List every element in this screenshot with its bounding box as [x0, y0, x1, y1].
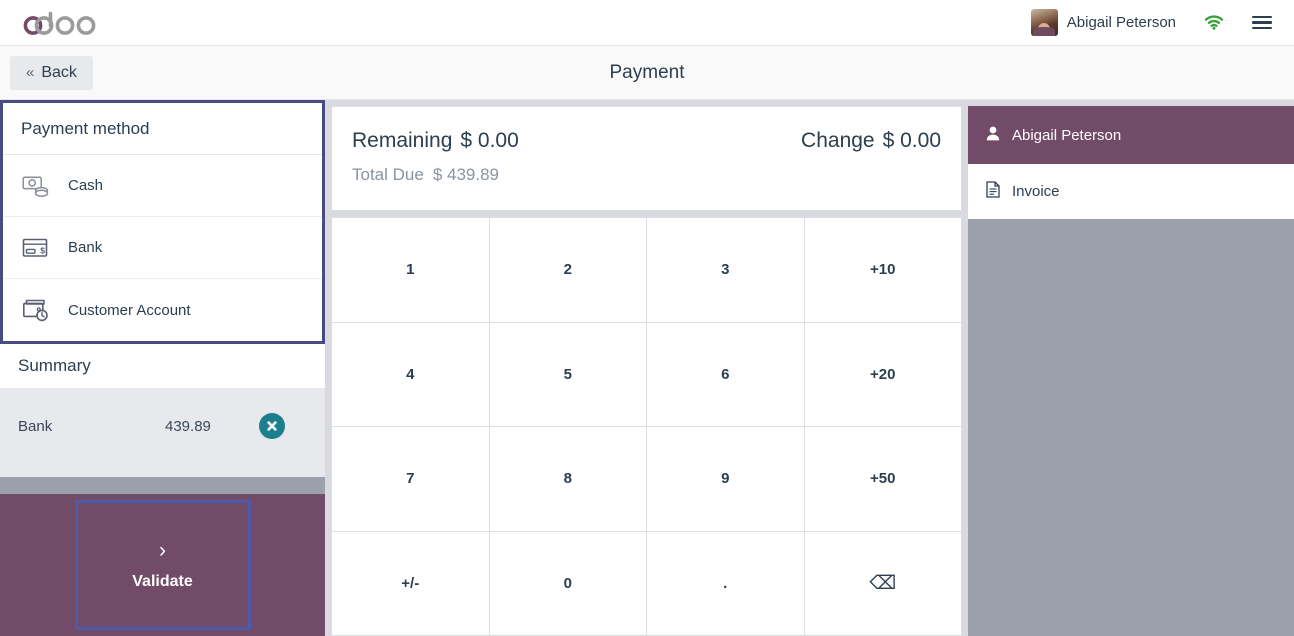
- back-button-label: Back: [41, 63, 77, 81]
- total-due-value: $ 439.89: [432, 165, 500, 184]
- total-due-row: Total Due $ 439.89: [352, 165, 941, 185]
- numpad-backspace[interactable]: ⌫: [804, 531, 961, 635]
- user-chip[interactable]: Abigail Peterson: [1017, 0, 1190, 46]
- numpad-9[interactable]: 9: [647, 427, 804, 531]
- summary-divider: [0, 477, 325, 494]
- numpad-sign-toggle[interactable]: +/-: [332, 531, 489, 635]
- remaining-value: $ 0.00: [460, 129, 519, 152]
- center-column: Remaining $ 0.00 Change $ 0.00 Total Due $ …: [325, 100, 968, 636]
- username-label: Abigail Peterson: [1066, 14, 1176, 31]
- payment-method-header: Payment method: [3, 103, 322, 155]
- hamburger-menu-icon[interactable]: [1238, 15, 1276, 30]
- numpad-2[interactable]: 2: [489, 218, 646, 322]
- numpad-8[interactable]: 8: [489, 427, 646, 531]
- numpad-5[interactable]: 5: [489, 322, 646, 426]
- numpad-6[interactable]: 6: [647, 322, 804, 426]
- credit-card-icon: $: [21, 235, 51, 261]
- svg-text:$: $: [40, 245, 45, 255]
- numpad-0[interactable]: 0: [489, 531, 646, 635]
- payment-method-bank[interactable]: $ Bank: [3, 217, 322, 279]
- page-title: Payment: [609, 61, 685, 83]
- close-circle-icon[interactable]: [259, 413, 285, 439]
- validate-button-label: Validate: [132, 572, 193, 590]
- change-label: Change: [801, 129, 875, 152]
- numpad-plus-20[interactable]: +20: [804, 322, 961, 426]
- invoice-button[interactable]: Invoice: [968, 164, 1294, 219]
- invoice-button-label: Invoice: [1012, 183, 1060, 200]
- payment-method-label: Cash: [68, 177, 104, 194]
- left-column: Payment method Cash $ Bank Customer Acco…: [0, 100, 325, 636]
- sub-header: « Back Payment: [0, 46, 1294, 100]
- numpad-1[interactable]: 1: [332, 218, 489, 322]
- back-chevron-icon: «: [26, 64, 35, 81]
- top-bar-right: Abigail Peterson: [1017, 0, 1276, 46]
- summary-body: Bank 439.89: [0, 389, 325, 477]
- wifi-icon[interactable]: [1190, 15, 1238, 30]
- summary-row-amount: 439.89: [165, 417, 211, 435]
- numpad-decimal[interactable]: .: [647, 531, 804, 635]
- customer-button-label: Abigail Peterson: [1012, 126, 1122, 144]
- payment-method-customer-account[interactable]: Customer Account: [3, 279, 322, 341]
- cash-banknote-icon: [21, 173, 51, 199]
- summary-row-label: Bank: [18, 417, 53, 435]
- top-bar: Abigail Peterson: [0, 0, 1294, 46]
- totals-panel: Remaining $ 0.00 Change $ 0.00 Total Due $ …: [331, 106, 962, 211]
- customer-button[interactable]: Abigail Peterson: [968, 106, 1294, 164]
- payment-method-cash[interactable]: Cash: [3, 155, 322, 217]
- payment-method-label: Customer Account: [68, 301, 191, 319]
- chevron-right-icon: ›: [159, 538, 166, 562]
- summary-header: Summary: [0, 344, 325, 389]
- document-icon: [986, 181, 1000, 202]
- validate-area: › Validate: [0, 494, 325, 636]
- right-column: Abigail Peterson Invoice: [968, 100, 1294, 636]
- numpad: 1 2 3 +10 4 5 6 +20 7 8 9 +50 +/- 0 . ⌫: [331, 217, 962, 636]
- numpad-plus-50[interactable]: +50: [804, 427, 961, 531]
- summary-row: Bank 439.89: [0, 403, 325, 449]
- numpad-4[interactable]: 4: [332, 322, 489, 426]
- back-button[interactable]: « Back: [10, 55, 93, 90]
- numpad-3[interactable]: 3: [647, 218, 804, 322]
- person-icon: [986, 126, 1000, 145]
- odoo-logo[interactable]: [14, 0, 112, 45]
- change-value: $ 0.00: [882, 129, 941, 152]
- change-group: Change $ 0.00: [801, 129, 941, 153]
- pos-payment-screen: Abigail Peterson « Back Payment Payment …: [0, 0, 1294, 636]
- totals-primary-row: Remaining $ 0.00 Change $ 0.00: [352, 129, 941, 153]
- remaining-group: Remaining $ 0.00: [352, 129, 519, 153]
- remaining-label: Remaining: [352, 129, 453, 152]
- numpad-plus-10[interactable]: +10: [804, 218, 961, 322]
- wallet-clock-icon: [21, 297, 51, 323]
- avatar: [1030, 9, 1058, 36]
- payment-method-label: Bank: [68, 239, 103, 256]
- screen-body: Payment method Cash $ Bank Customer Acco…: [0, 100, 1294, 636]
- numpad-7[interactable]: 7: [332, 427, 489, 531]
- right-panel-filler: [968, 219, 1294, 636]
- total-due-label: Total Due: [352, 165, 424, 184]
- payment-method-panel: Payment method Cash $ Bank Customer Acco…: [0, 100, 325, 344]
- validate-button[interactable]: › Validate: [74, 500, 251, 630]
